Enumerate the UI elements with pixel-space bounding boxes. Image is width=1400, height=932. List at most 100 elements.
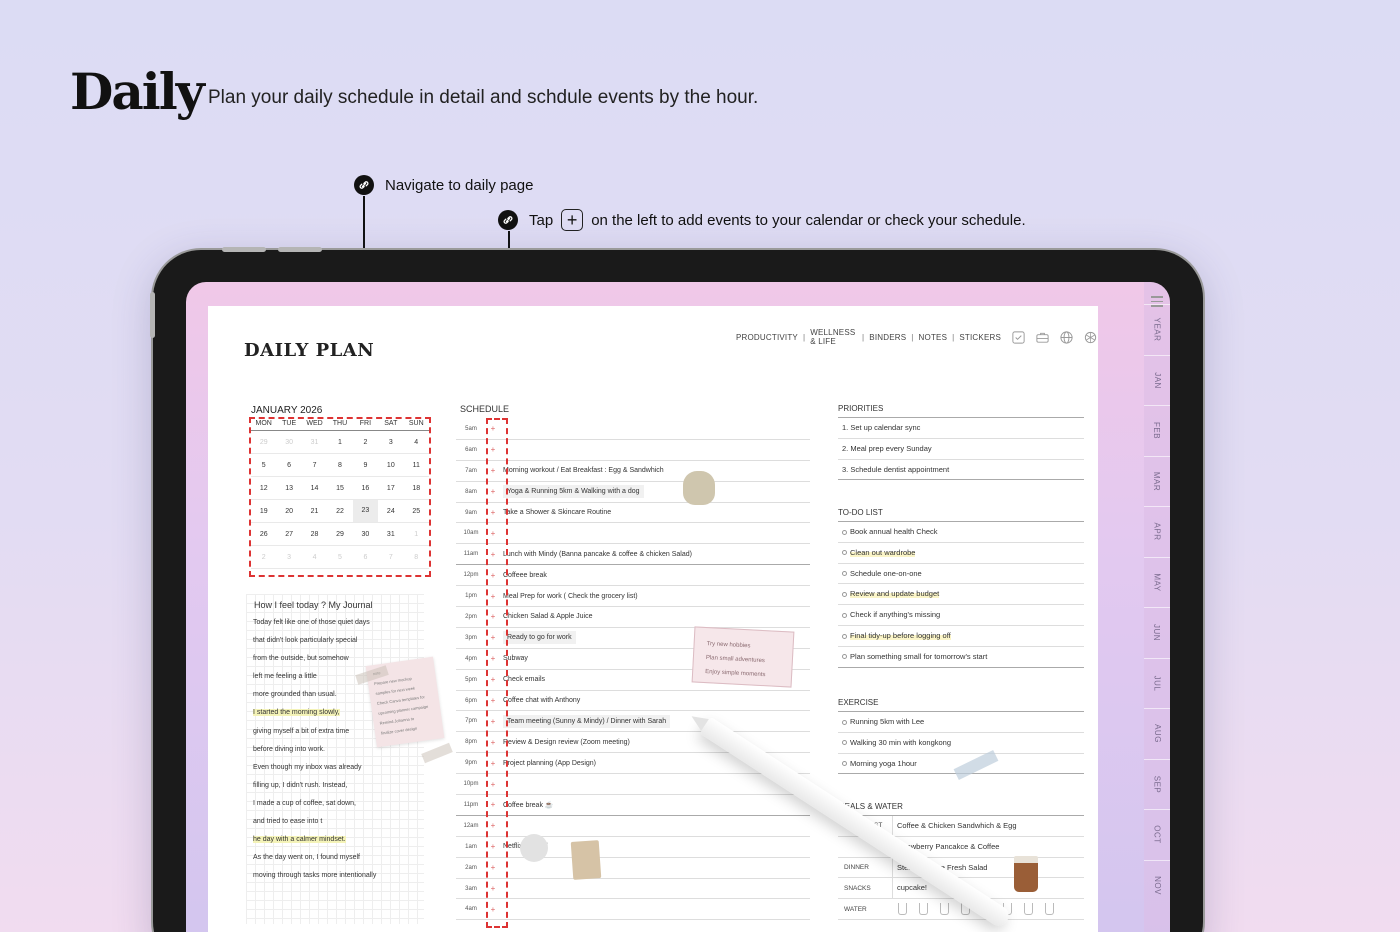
add-event-button[interactable]: +	[486, 529, 500, 538]
add-event-button[interactable]: +	[486, 759, 500, 768]
calendar-day[interactable]: 27	[276, 531, 301, 538]
calendar-day[interactable]: 22	[327, 508, 352, 515]
water-cup-icon[interactable]	[898, 903, 907, 916]
calendar-day[interactable]: 19	[251, 508, 276, 515]
priority-item[interactable]: 1. Set up calendar sync	[838, 418, 1084, 439]
add-event-button[interactable]: +	[486, 550, 500, 559]
calendar-day[interactable]: 23	[352, 500, 379, 522]
calendar-day[interactable]: 10	[378, 462, 403, 469]
calendar-day[interactable]: 30	[353, 531, 378, 538]
calendar-day[interactable]: 5	[251, 462, 276, 469]
schedule-event[interactable]: Team meeting (Sunny & Mindy) / Dinner wi…	[500, 714, 671, 728]
tab-jun[interactable]: JUN	[1144, 607, 1170, 657]
add-event-button[interactable]: +	[486, 696, 500, 705]
checkbox-circle-icon[interactable]	[842, 529, 847, 535]
schedule-event[interactable]: Review & Design review (Zoom meeting)	[500, 739, 630, 746]
schedule-event[interactable]: Check emails	[500, 676, 545, 683]
checkbox-circle-icon[interactable]	[842, 719, 847, 725]
water-cup-icon[interactable]	[919, 903, 928, 916]
schedule-event[interactable]: Project planning (App Design)	[500, 760, 596, 767]
openai-icon[interactable]	[1083, 330, 1098, 345]
tab-sep[interactable]: SEP	[1144, 758, 1170, 809]
schedule-event[interactable]: Ready to go for work	[500, 631, 576, 645]
calendar-day[interactable]: 13	[276, 485, 301, 492]
calendar-day[interactable]: 29	[251, 439, 276, 446]
todo-item[interactable]: Plan something small for tomorrow's star…	[838, 647, 1084, 668]
add-event-button[interactable]: +	[486, 654, 500, 663]
checkbox-circle-icon[interactable]	[842, 740, 847, 746]
checkbox-circle-icon[interactable]	[842, 761, 847, 767]
nav-binders[interactable]: BINDERS	[869, 333, 906, 342]
checkbox-circle-icon[interactable]	[842, 550, 847, 556]
tab-mar[interactable]: MAR	[1144, 455, 1170, 506]
calendar-day[interactable]: 24	[378, 508, 403, 515]
calendar-day[interactable]: 30	[276, 439, 301, 446]
calendar-day[interactable]: 21	[302, 508, 327, 515]
calendar-day[interactable]: 14	[302, 485, 327, 492]
todo-item[interactable]: Book annual health Check	[838, 522, 1084, 543]
calendar-day[interactable]: 8	[327, 462, 352, 469]
checkbox-circle-icon[interactable]	[842, 612, 847, 618]
add-event-button[interactable]: +	[486, 592, 500, 601]
todo-item[interactable]: Schedule one-on-one	[838, 564, 1084, 585]
tab-apr[interactable]: APR	[1144, 506, 1170, 556]
add-event-button[interactable]: +	[486, 633, 500, 642]
schedule-event[interactable]: Coffee chat with Anthony	[500, 697, 580, 704]
meal-value[interactable]: cupcake!	[892, 878, 927, 899]
schedule-event[interactable]: Chicken Salad & Apple Juice	[500, 613, 593, 620]
add-event-button[interactable]: +	[486, 424, 500, 433]
calendar-day[interactable]: 16	[353, 485, 378, 492]
schedule-event[interactable]: Meal Prep for work ( Check the grocery l…	[500, 593, 638, 600]
checkbox-circle-icon[interactable]	[842, 633, 847, 639]
add-event-button[interactable]: +	[486, 445, 500, 454]
globe-icon[interactable]	[1059, 330, 1074, 345]
todo-item[interactable]: Final tidy-up before logging off	[838, 626, 1084, 647]
schedule-event[interactable]: Lunch with Mindy (Banna pancake & coffee…	[500, 551, 692, 558]
nav-stickers[interactable]: STICKERS	[959, 333, 1001, 342]
calendar-day[interactable]: 11	[404, 462, 429, 469]
calendar-day[interactable]: 1	[327, 439, 352, 446]
add-event-button[interactable]: +	[486, 863, 500, 872]
calendar-day[interactable]: 1	[404, 531, 429, 538]
add-event-button[interactable]: +	[486, 675, 500, 684]
tab-aug[interactable]: AUG	[1144, 708, 1170, 758]
calendar-day[interactable]: 4	[404, 439, 429, 446]
tab-nov[interactable]: NOV	[1144, 859, 1170, 910]
exercise-item[interactable]: Walking 30 min with kongkong	[838, 733, 1084, 754]
water-cup-icon[interactable]	[1045, 903, 1054, 916]
calendar-day[interactable]: 2	[353, 439, 378, 446]
todo-item[interactable]: Check if anything's missing	[838, 605, 1084, 626]
add-event-button[interactable]: +	[486, 821, 500, 830]
checkbox-icon[interactable]	[1011, 330, 1026, 345]
water-cup-icon[interactable]	[1024, 903, 1033, 916]
checkbox-circle-icon[interactable]	[842, 654, 847, 660]
tab-feb[interactable]: FEB	[1144, 405, 1170, 455]
add-event-button[interactable]: +	[486, 842, 500, 851]
calendar-day[interactable]: 9	[353, 462, 378, 469]
schedule-event[interactable]: Coffee break ☕	[500, 801, 554, 809]
add-event-button[interactable]: +	[486, 571, 500, 580]
tab-jan[interactable]: JAN	[1144, 354, 1170, 405]
add-event-button[interactable]: +	[486, 884, 500, 893]
calendar-day[interactable]: 25	[404, 508, 429, 515]
calendar-day[interactable]: 31	[302, 439, 327, 446]
meal-value[interactable]: Coffee & Chicken Sandwhich & Egg	[892, 816, 1017, 836]
tab-year[interactable]: YEAR	[1144, 304, 1170, 354]
calendar-day[interactable]: 3	[378, 439, 403, 446]
calendar-day[interactable]: 31	[378, 531, 403, 538]
schedule-event[interactable]: Morning workout / Eat Breakfast : Egg & …	[500, 467, 664, 474]
journal-section[interactable]: How I feel today ? My Journal Today felt…	[246, 594, 424, 924]
water-cup-icon[interactable]	[940, 903, 949, 916]
add-event-button[interactable]: +	[486, 612, 500, 621]
schedule-event[interactable]: Take a Shower & Skincare Routine	[500, 509, 611, 516]
add-event-button[interactable]: +	[486, 738, 500, 747]
calendar-day[interactable]: 28	[302, 531, 327, 538]
calendar-day[interactable]: 18	[404, 485, 429, 492]
schedule-event[interactable]: Coffeee break	[500, 572, 547, 579]
calendar-day[interactable]: 3	[276, 554, 301, 561]
priority-item[interactable]: 2. Meal prep every Sunday	[838, 439, 1084, 460]
calendar-day[interactable]: 2	[251, 554, 276, 561]
add-event-button[interactable]: +	[486, 905, 500, 914]
calendar-day[interactable]: 17	[378, 485, 403, 492]
todo-item[interactable]: Clean out wardrobe	[838, 543, 1084, 564]
